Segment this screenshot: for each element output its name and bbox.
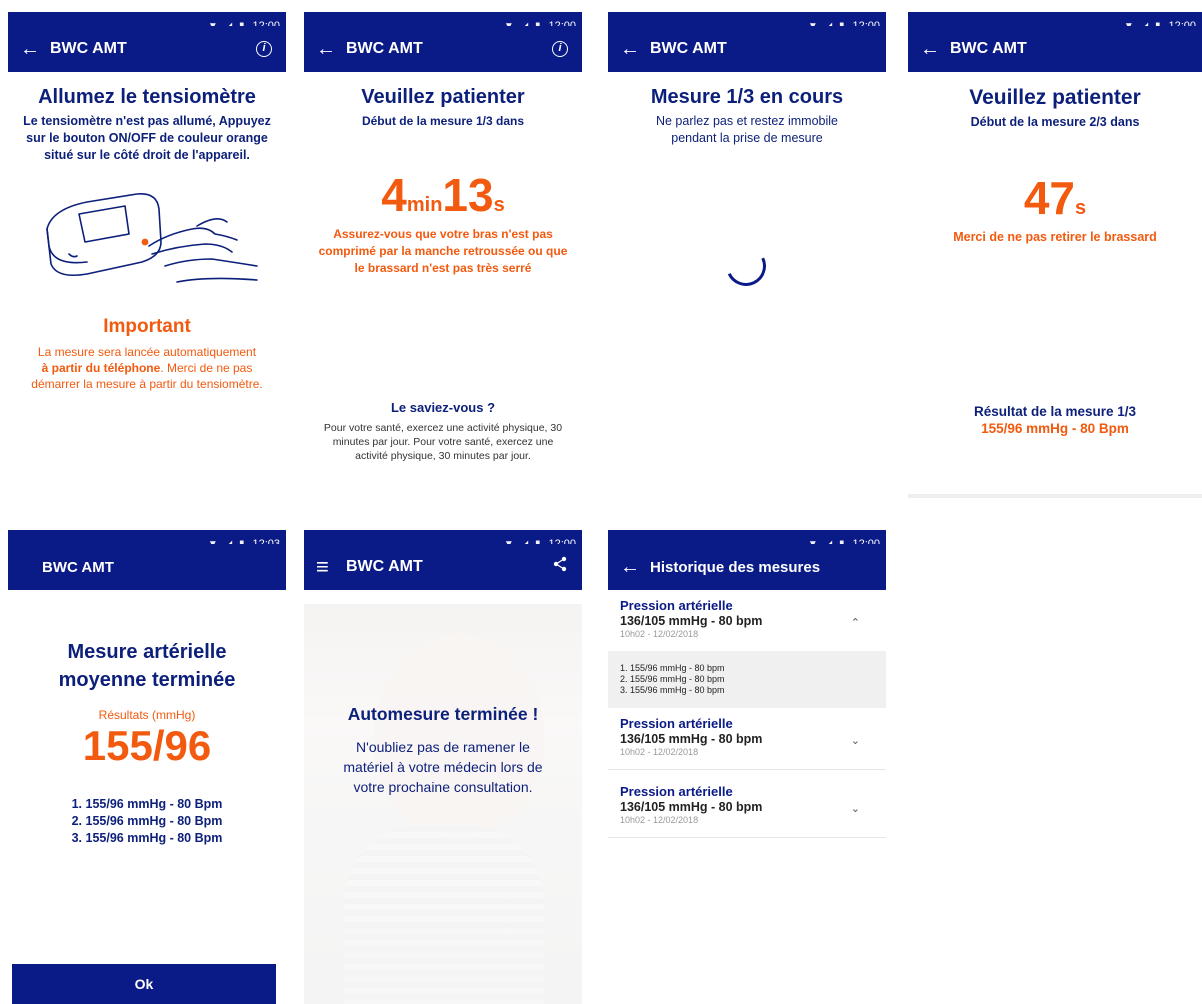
timer-sec-unit: s [1075, 197, 1087, 219]
app-title: BWC AMT [346, 40, 423, 57]
history-item-title: Pression artérielle [620, 598, 733, 613]
average-value: 155/96 [82, 722, 212, 769]
countdown-label: Début de la mesure 2/3 dans [970, 115, 1140, 129]
share-button[interactable] [552, 556, 568, 576]
photo-overlay [304, 604, 582, 1004]
screen-turn-on-device: ▼ ◢ ▮ 12:00 ← BWC AMT i Allumez le tensi… [8, 12, 286, 498]
history-item[interactable]: Pression artérielle 136/105 mmHg - 80 bp… [608, 770, 886, 833]
important-text: La mesure sera lancée automatiquement à … [22, 344, 272, 392]
history-item[interactable]: Pression artérielle 136/105 mmHg - 80 bp… [608, 708, 886, 765]
screen-wait-measure-2: ▼ ◢ ▮ 12:00 ← BWC AMT Veuillez patienter… [908, 12, 1202, 498]
app-title: BWC AMT [950, 40, 1027, 57]
history-item-date: 10h02 - 12/02/2018 [620, 747, 699, 757]
menu-icon[interactable]: ≡ [316, 556, 342, 578]
back-arrow-icon[interactable]: ← [620, 557, 646, 577]
title-line-1: Mesure artérielle [67, 641, 227, 663]
timer-sec-unit: s [493, 194, 505, 216]
history-item-date: 10h02 - 12/02/2018 [620, 815, 699, 825]
screen-measure-in-progress: ▼ ◢ ▮ 12:00 ← BWC AMT Mesure 1/3 en cour… [608, 12, 886, 498]
countdown-timer: 4min13s [304, 168, 582, 222]
page-title: Veuillez patienter [969, 86, 1141, 109]
timer-seconds: 47 [1023, 172, 1076, 224]
history-item-details: 1. 155/96 mmHg - 80 bpm 2. 155/96 mmHg -… [608, 651, 886, 708]
result-title: Résultat de la mesure 1/3 [973, 404, 1137, 419]
reminder-text: N'oubliez pas de ramener le matériel à v… [343, 739, 543, 795]
page-title: Mesure artérielle moyenne terminée [8, 638, 286, 694]
divider [608, 837, 886, 838]
history-item-title: Pression artérielle [620, 784, 733, 799]
app-bar: ← Historique des mesures [608, 544, 886, 590]
chevron-down-icon[interactable]: ⌄ [851, 802, 860, 815]
history-item[interactable]: Pression artérielle 136/105 mmHg - 80 bp… [608, 590, 886, 647]
title-line-2: moyenne terminée [58, 669, 236, 691]
back-arrow-icon[interactable]: ← [920, 39, 946, 59]
instruction-text: Le tensiomètre n'est pas allumé, Appuyez… [23, 114, 271, 162]
page-title: Veuillez patienter [361, 86, 525, 108]
app-bar: ← BWC AMT [608, 26, 886, 72]
screen-measure-history: ▼ ◢ ▮ 12:00 ← Historique des mesures Pre… [608, 530, 886, 1004]
share-icon [553, 556, 567, 572]
page-title: Historique des mesures [650, 558, 821, 576]
screen-self-measure-done: ▼ ◢ ▮ 12:00 ≡ BWC AMT Automesure terminé… [304, 530, 582, 1004]
warning-text: Merci de ne pas retirer le brassard [953, 230, 1157, 244]
history-item-date: 10h02 - 12/02/2018 [620, 629, 699, 639]
detail-line: 1. 155/96 mmHg - 80 bpm [620, 663, 725, 673]
screen-wait-measure-1: ▼ ◢ ▮ 12:00 ← BWC AMT i Veuillez patient… [304, 12, 582, 498]
app-title: BWC AMT [50, 40, 127, 57]
app-title: BWC AMT [346, 558, 423, 575]
app-bar: ← BWC AMT [908, 26, 1202, 72]
back-arrow-icon[interactable]: ← [20, 39, 46, 59]
timer-seconds: 13 [442, 169, 494, 221]
page-title: Allumez le tensiomètre [38, 86, 256, 108]
important-heading: Important [103, 316, 191, 337]
device-press-illustration [46, 192, 258, 283]
history-item-value: 136/105 mmHg - 80 bpm [620, 614, 763, 628]
result-line: 1. 155/96 mmHg - 80 Bpm [71, 797, 223, 811]
result-line: 3. 155/96 mmHg - 80 Bpm [71, 831, 223, 845]
result-line: 2. 155/96 mmHg - 80 Bpm [71, 814, 223, 828]
detail-line: 2. 155/96 mmHg - 80 bpm [620, 674, 725, 684]
tip-heading: Le saviez-vous ? [390, 400, 496, 415]
detail-line: 3. 155/96 mmHg - 80 bpm [620, 685, 725, 695]
info-icon: i [256, 41, 272, 57]
timer-minutes: 4 [381, 169, 407, 221]
screen-average-result: ▼ ◢ ▮ 12:03 BWC AMT Mesure artérielle mo… [8, 530, 286, 1004]
page-title: Mesure 1/3 en cours [650, 86, 844, 108]
app-title: BWC AMT [42, 558, 114, 576]
instruction-text: Ne parlez pas et restez immobile pendant… [655, 114, 839, 145]
app-bar: ← BWC AMT i [304, 26, 582, 72]
page-title: Automesure terminée ! [347, 704, 539, 724]
history-item-value: 136/105 mmHg - 80 bpm [620, 800, 763, 814]
info-button[interactable]: i [552, 38, 568, 57]
warning-text: Assurez-vous que votre bras n'est pas co… [318, 227, 568, 275]
ok-button[interactable]: Ok [12, 964, 276, 1004]
tip-text: Pour votre santé, exercez une activité p… [323, 422, 563, 462]
info-icon: i [552, 41, 568, 57]
results-label: Résultats (mmHg) [98, 708, 196, 722]
chevron-down-icon[interactable]: ⌄ [851, 734, 860, 747]
timer-min-unit: min [406, 194, 443, 216]
countdown-label: Début de la mesure 1/3 dans [361, 114, 525, 128]
important-bold: à partir du téléphone [41, 361, 161, 375]
back-arrow-icon[interactable]: ← [620, 39, 646, 59]
app-bar: ≡ BWC AMT [304, 544, 582, 590]
result-value: 155/96 mmHg - 80 Bpm [981, 421, 1129, 436]
info-button[interactable]: i [256, 38, 272, 57]
app-bar: BWC AMT [8, 544, 286, 590]
back-arrow-icon[interactable]: ← [316, 39, 342, 59]
app-title: BWC AMT [650, 40, 727, 57]
app-bar: ← BWC AMT i [8, 26, 286, 72]
important-line-1: La mesure sera lancée automatiquement [37, 345, 257, 359]
history-item-title: Pression artérielle [620, 716, 733, 731]
countdown-timer: 47s [908, 171, 1202, 225]
history-item-value: 136/105 mmHg - 80 bpm [620, 732, 763, 746]
loading-spinner [720, 240, 772, 292]
chevron-up-icon[interactable]: ⌃ [851, 616, 860, 629]
